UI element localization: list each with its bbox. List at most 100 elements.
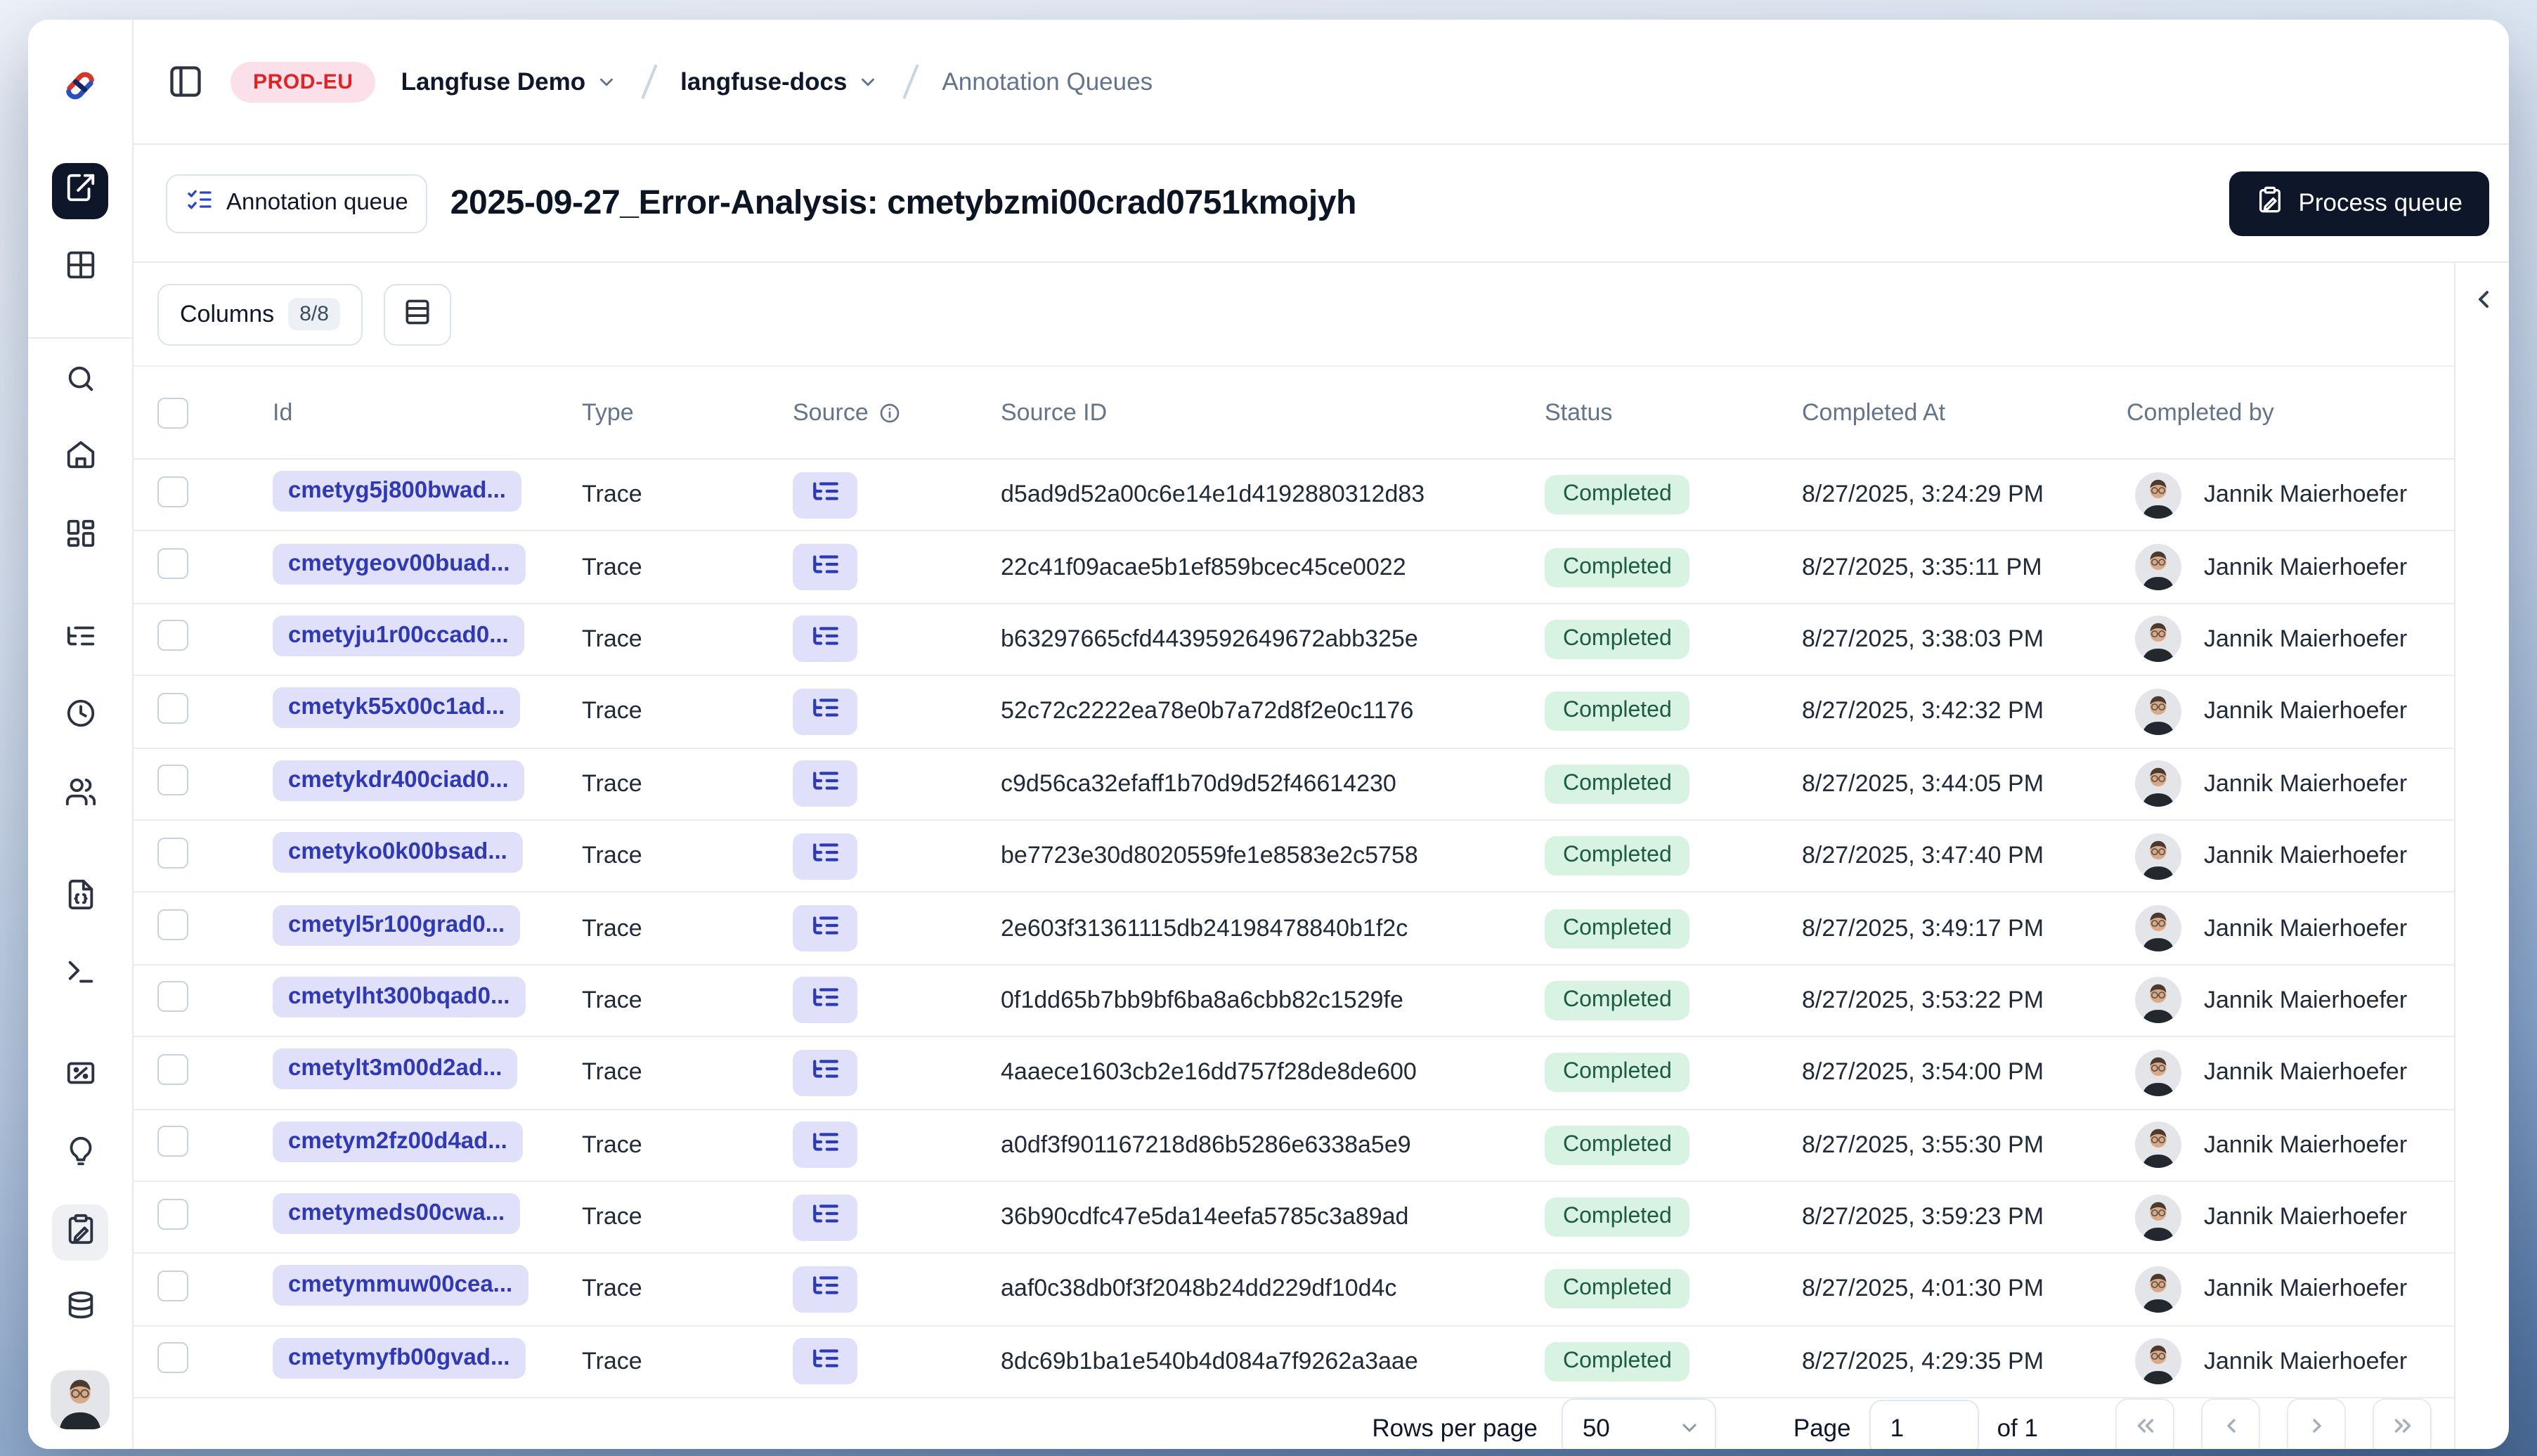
trace-source-badge[interactable] [793,760,857,807]
row-checkbox[interactable] [157,909,188,941]
trace-source-badge[interactable] [793,1122,857,1169]
table-row[interactable]: cmetyg5j800bwad... Trace d5ad9d52a00c6e1… [134,460,2454,532]
row-checkbox[interactable] [157,765,188,796]
process-queue-button[interactable]: Process queue [2229,171,2489,235]
next-page-button[interactable] [2287,1398,2346,1449]
breadcrumb-org[interactable]: Langfuse Demo [401,67,617,96]
user-avatar[interactable] [51,1370,110,1429]
page-label: Page [1793,1413,1851,1442]
row-checkbox[interactable] [157,1198,188,1230]
trace-source-badge[interactable] [793,616,857,663]
row-checkbox[interactable] [157,476,188,507]
sidebar-item-open-app[interactable] [52,163,108,219]
sidebar-item-playground[interactable] [52,947,108,1003]
first-page-button[interactable] [2115,1398,2174,1449]
sidebar-item-suggestions[interactable] [52,1127,108,1183]
row-checkbox[interactable] [157,692,188,724]
select-all-checkbox[interactable] [157,397,188,428]
table-row[interactable]: cmetylht300bqad0... Trace 0f1dd65b7bb9bf… [134,965,2454,1038]
column-header-source-id[interactable]: Source ID [1001,398,1545,427]
row-id-badge[interactable]: cmetylt3m00d2ad... [273,1048,518,1090]
row-id-badge[interactable]: cmetymyfb00gvad... [273,1337,526,1379]
collapse-panel-button[interactable] [2467,282,2500,316]
info-icon[interactable] [878,401,901,424]
table-row[interactable]: cmetykdr400ciad0... Trace c9d56ca32efaff… [134,748,2454,821]
row-checkbox[interactable] [157,1270,188,1301]
column-header-completed-by[interactable]: Completed by [2127,398,2454,427]
row-id-cell: cmetylt3m00d2ad... [273,1048,582,1097]
trace-source-badge[interactable] [793,472,857,519]
column-header-id[interactable]: Id [273,398,582,427]
trace-source-badge[interactable] [793,1194,857,1241]
row-checkbox[interactable] [157,620,188,651]
row-id-badge[interactable]: cmetygeov00buad... [273,543,526,585]
row-checkbox[interactable] [157,1342,188,1374]
row-type: Trace [582,625,642,652]
sidebar-item-annotation-queues[interactable] [52,1204,108,1261]
sidebar-item-sessions[interactable] [52,689,108,745]
table-row[interactable]: cmetyko0k00bsad... Trace be7723e30d80205… [134,821,2454,893]
column-header-status[interactable]: Status [1545,398,1802,427]
row-id-badge[interactable]: cmetymeds00cwa... [273,1193,521,1235]
row-checkbox[interactable] [157,981,188,1013]
table-row[interactable]: cmetymyfb00gvad... Trace 8dc69b1ba1e540b… [134,1326,2454,1399]
trace-source-badge[interactable] [793,1049,857,1096]
row-id-badge[interactable]: cmetyk55x00c1ad... [273,687,521,729]
trace-source-badge[interactable] [793,977,857,1024]
column-header-source[interactable]: Source [793,398,1001,427]
status-badge: Completed [1545,475,1690,515]
trace-source-badge[interactable] [793,688,857,735]
row-id-badge[interactable]: cmetykdr400ciad0... [273,760,524,801]
column-header-completed-at[interactable]: Completed At [1802,398,2127,427]
last-page-button[interactable] [2373,1398,2432,1449]
row-checkbox[interactable] [157,1053,188,1085]
row-id-badge[interactable]: cmetyg5j800bwad... [273,471,521,512]
table-row[interactable]: cmetyk55x00c1ad... Trace 52c72c2222ea78e… [134,676,2454,749]
sidebar-item-tracing[interactable] [52,611,108,668]
column-header-type[interactable]: Type [582,398,793,427]
table-row[interactable]: cmetyl5r100grad0... Trace 2e603f31361115… [134,893,2454,966]
row-status-cell: Completed [1545,764,1802,804]
sidebar-item-prompts[interactable] [52,870,108,926]
sidebar-item-evaluation[interactable] [52,1048,108,1105]
sidebar-item-search[interactable] [52,354,108,410]
trace-source-badge[interactable] [793,1266,857,1313]
sidebar-item-users[interactable] [52,767,108,824]
row-source-cell [793,1338,1001,1385]
row-id-badge[interactable]: cmetylht300bqad0... [273,976,526,1018]
row-checkbox[interactable] [157,548,188,580]
columns-button[interactable]: Columns 8/8 [157,283,363,345]
table-row[interactable]: cmetygeov00buad... Trace 22c41f09acae5b1… [134,532,2454,604]
sidebar-toggle-button[interactable] [166,62,205,101]
row-id-badge[interactable]: cmetyl5r100grad0... [273,904,521,946]
row-checkbox[interactable] [157,1126,188,1157]
sidebar-item-home[interactable] [52,430,108,486]
row-id-badge[interactable]: cmetyko0k00bsad... [273,832,523,873]
sidebar-item-projects-grid[interactable] [52,240,108,297]
trace-source-badge[interactable] [793,1338,857,1385]
row-id-badge[interactable]: cmetyju1r00ccad0... [273,615,524,656]
breadcrumb-project[interactable]: langfuse-docs [680,67,878,96]
table-row[interactable]: cmetylt3m00d2ad... Trace 4aaece1603cb2e1… [134,1037,2454,1110]
page-number-input[interactable] [1869,1400,1979,1449]
table-header-row: Id Type Source Source ID Status Complete… [134,367,2454,460]
row-id-badge[interactable]: cmetymmuw00cea... [273,1265,528,1306]
rows-per-page-select[interactable]: 50 [1561,1398,1716,1449]
page-title: 2025-09-27_Error-Analysis: cmetybzmi00cr… [450,183,1356,221]
sidebar-item-datasets[interactable] [52,1282,108,1338]
trace-source-badge[interactable] [793,905,857,952]
environment-badge[interactable]: PROD-EU [231,61,376,102]
trace-source-badge[interactable] [793,833,857,880]
sidebar-item-dashboards[interactable] [52,509,108,565]
table-row[interactable]: cmetym2fz00d4ad... Trace a0df3f901167218… [134,1110,2454,1182]
table-row[interactable]: cmetyju1r00ccad0... Trace b63297665cfd44… [134,604,2454,677]
table-row[interactable]: cmetymeds00cwa... Trace 36b90cdfc47e5da1… [134,1182,2454,1254]
row-checkbox-cell [157,1342,273,1381]
sidebar-divider [28,337,132,339]
row-height-button[interactable] [383,283,451,345]
trace-source-badge[interactable] [793,544,857,591]
row-id-badge[interactable]: cmetym2fz00d4ad... [273,1121,523,1162]
previous-page-button[interactable] [2201,1398,2260,1449]
row-checkbox[interactable] [157,837,188,869]
table-row[interactable]: cmetymmuw00cea... Trace aaf0c38db0f3f204… [134,1254,2454,1327]
